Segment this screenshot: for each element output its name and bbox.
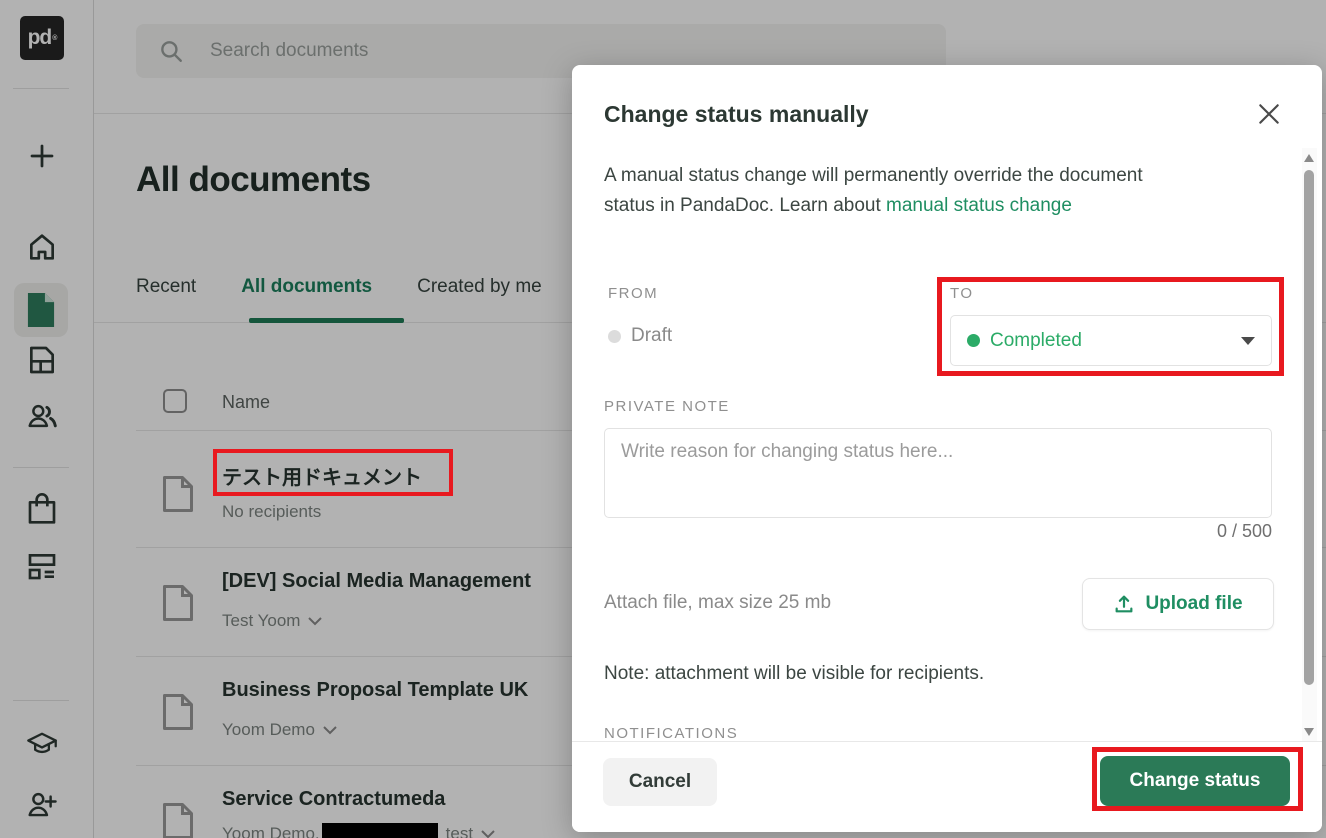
pandadoc-app: pd® — [0, 0, 1326, 838]
cancel-button[interactable]: Cancel — [603, 758, 717, 806]
from-status: Draft — [608, 325, 672, 347]
dropdown-caret-icon — [1241, 337, 1255, 345]
close-icon — [1256, 101, 1282, 127]
scroll-down-icon[interactable] — [1304, 728, 1314, 736]
upload-icon — [1113, 593, 1135, 615]
manual-status-change-link[interactable]: manual status change — [886, 195, 1072, 216]
draft-status-dot — [608, 330, 621, 343]
modal-description: A manual status change will permanently … — [604, 161, 1196, 221]
modal-footer: Cancel Change status — [572, 741, 1322, 832]
notifications-label: NOTIFICATIONS — [604, 725, 738, 742]
change-status-button[interactable]: Change status — [1100, 756, 1290, 806]
attach-file-label: Attach file, max size 25 mb — [604, 592, 831, 614]
change-status-modal: Change status manually A manual status c… — [572, 65, 1322, 832]
to-label: TO — [950, 285, 974, 302]
private-note-label: PRIVATE NOTE — [604, 398, 730, 415]
from-status-value: Draft — [631, 325, 672, 347]
modal-scrollbar[interactable] — [1302, 148, 1317, 742]
close-button[interactable] — [1256, 101, 1282, 127]
private-note-textarea[interactable] — [604, 428, 1272, 518]
scroll-up-icon[interactable] — [1304, 154, 1314, 162]
completed-status-dot — [967, 334, 980, 347]
char-counter: 0 / 500 — [604, 521, 1272, 542]
from-label: FROM — [608, 285, 658, 302]
to-status-value: Completed — [990, 330, 1231, 352]
attachment-note: Note: attachment will be visible for rec… — [604, 663, 984, 685]
to-status-dropdown[interactable]: Completed — [950, 315, 1272, 366]
upload-file-button[interactable]: Upload file — [1082, 578, 1274, 630]
modal-title: Change status manually — [604, 101, 869, 128]
upload-file-label: Upload file — [1145, 593, 1242, 615]
scrollbar-thumb[interactable] — [1304, 170, 1314, 685]
